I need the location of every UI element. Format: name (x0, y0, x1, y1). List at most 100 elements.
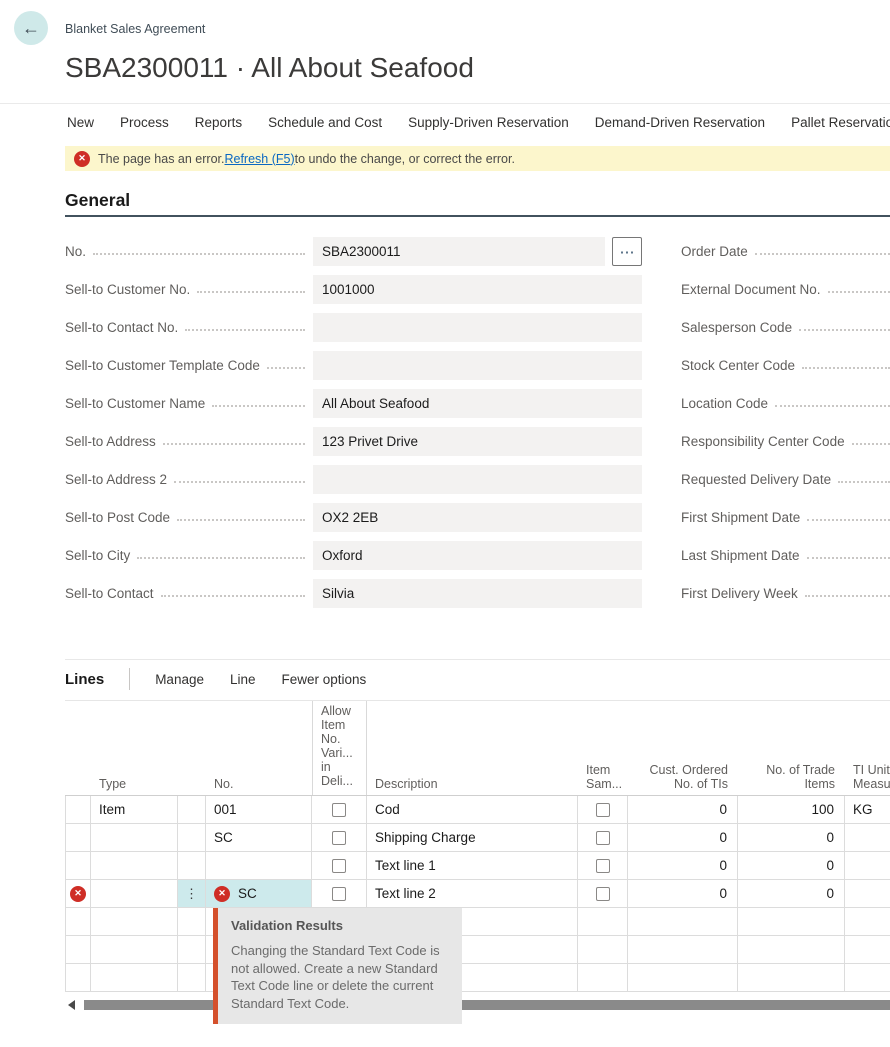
sell-to-city-input[interactable]: Oxford (313, 541, 642, 570)
scroll-left-arrow-icon[interactable] (68, 1000, 75, 1010)
description-cell[interactable]: Text line 2 (367, 880, 578, 908)
row-status-cell: ✕ (65, 880, 91, 908)
dotted-leader (807, 519, 890, 521)
cust-ordered-cell[interactable]: 0 (628, 824, 738, 852)
cust-ordered-cell[interactable]: 0 (628, 796, 738, 824)
row-menu-icon[interactable]: ⋮ (185, 886, 198, 902)
sell-to-address-input[interactable]: 123 Privet Drive (313, 427, 642, 456)
cust-ordered-cell[interactable] (628, 908, 738, 936)
menu-item-process[interactable]: Process (120, 115, 169, 130)
field-stock-center-code: Stock Center Code (681, 351, 890, 380)
menu-item-schedule-and-cost[interactable]: Schedule and Cost (268, 115, 382, 130)
type-cell[interactable] (91, 908, 178, 936)
allow-variance-checkbox[interactable] (332, 887, 346, 901)
cust-ordered-cell[interactable] (628, 964, 738, 992)
dotted-leader (802, 367, 890, 369)
sell-to-address-2-input[interactable] (313, 465, 642, 494)
trade-items-cell[interactable]: 0 (738, 852, 845, 880)
no-input[interactable]: SBA2300011 (313, 237, 605, 266)
item-sample-checkbox[interactable] (596, 859, 610, 873)
type-cell[interactable] (91, 964, 178, 992)
column-header-type[interactable]: Type (91, 701, 178, 795)
column-header-description[interactable]: Description (367, 701, 578, 795)
no-cell[interactable] (206, 852, 312, 880)
lines-header-divider (129, 668, 130, 690)
refresh-link[interactable]: Refresh (F5) (224, 152, 294, 166)
back-button[interactable]: ← (14, 11, 48, 45)
horizontal-scrollbar (65, 999, 890, 1010)
description-cell[interactable]: Cod (367, 796, 578, 824)
lines-section-heading[interactable]: Lines (65, 671, 104, 688)
allow-variance-checkbox[interactable] (332, 803, 346, 817)
scrollbar-thumb[interactable] (84, 1000, 890, 1010)
item-sample-checkbox[interactable] (596, 831, 610, 845)
cust-ordered-cell[interactable] (628, 936, 738, 964)
ti-unit-cell[interactable] (845, 880, 890, 908)
cust-ordered-cell[interactable]: 0 (628, 852, 738, 880)
error-banner-text-after: to undo the change, or correct the error… (295, 152, 515, 166)
breadcrumb[interactable]: Blanket Sales Agreement (65, 22, 205, 36)
column-header-rowmenu[interactable] (178, 701, 206, 795)
sell-to-contact-no-input[interactable] (313, 313, 642, 342)
trade-items-cell[interactable] (738, 936, 845, 964)
column-header-tiunit[interactable]: TI Unit of Measure (845, 701, 890, 795)
field-no: No.SBA2300011⋯ (65, 237, 642, 266)
type-cell[interactable] (91, 936, 178, 964)
sell-to-customer-no-input[interactable]: 1001000 (313, 275, 642, 304)
ti-unit-cell[interactable] (845, 852, 890, 880)
page-title: SBA2300011 · All About Seafood (65, 52, 474, 84)
allow-variance-checkbox[interactable] (332, 831, 346, 845)
allow-variance-checkbox[interactable] (332, 859, 346, 873)
no-cell[interactable]: SC (206, 824, 312, 852)
trade-items-cell[interactable]: 0 (738, 824, 845, 852)
ti-unit-cell[interactable] (845, 824, 890, 852)
description-cell[interactable]: Shipping Charge (367, 824, 578, 852)
no-cell[interactable]: 001 (206, 796, 312, 824)
lines-menu-fewer-options[interactable]: Fewer options (282, 672, 367, 687)
field-label: Sell-to Contact (65, 586, 154, 601)
sell-to-contact-input[interactable]: Silvia (313, 579, 642, 608)
type-cell[interactable] (91, 880, 178, 908)
row-menu-cell[interactable]: ⋮ (178, 880, 206, 908)
column-header-rowflag[interactable] (65, 701, 91, 795)
type-cell[interactable] (91, 852, 178, 880)
ti-unit-cell[interactable] (845, 908, 890, 936)
trade-items-cell[interactable]: 100 (738, 796, 845, 824)
cust-ordered-cell[interactable]: 0 (628, 880, 738, 908)
type-cell[interactable]: Item (91, 796, 178, 824)
ti-unit-cell[interactable]: KG (845, 796, 890, 824)
row-menu-cell (178, 796, 206, 824)
column-header-itemsam[interactable]: Item Sam... (578, 701, 628, 795)
menu-item-demand-driven-reservation[interactable]: Demand-Driven Reservation (595, 115, 765, 130)
sell-to-customer-name-input[interactable]: All About Seafood (313, 389, 642, 418)
description-cell[interactable]: Text line 1 (367, 852, 578, 880)
column-header-trade[interactable]: No. of Trade Items (738, 701, 845, 795)
menu-item-supply-driven-reservation[interactable]: Supply-Driven Reservation (408, 115, 569, 130)
menu-item-pallet-reservation[interactable]: Pallet Reservation (791, 115, 890, 130)
item-sample-checkbox[interactable] (596, 887, 610, 901)
type-cell[interactable] (91, 824, 178, 852)
column-header-allow[interactable]: Allow Item No. Vari... in Deli... (312, 701, 367, 795)
general-section-heading[interactable]: General (65, 190, 130, 211)
menu-item-reports[interactable]: Reports (195, 115, 242, 130)
field-first-delivery-week: First Delivery Week (681, 579, 890, 608)
ti-unit-cell[interactable] (845, 936, 890, 964)
ti-unit-cell[interactable] (845, 964, 890, 992)
trade-items-cell[interactable] (738, 964, 845, 992)
column-header-cust[interactable]: Cust. Ordered No. of TIs (628, 701, 738, 795)
item-sample-checkbox[interactable] (596, 803, 610, 817)
sell-to-customer-template-code-input[interactable] (313, 351, 642, 380)
sell-to-post-code-input[interactable]: OX2 2EB (313, 503, 642, 532)
lines-menu-line[interactable]: Line (230, 672, 256, 687)
trade-items-cell[interactable]: 0 (738, 880, 845, 908)
field-sell-to-customer-no: Sell-to Customer No.1001000 (65, 275, 642, 304)
lines-menu-manage[interactable]: Manage (155, 672, 204, 687)
no-cell[interactable]: ✕SC (206, 880, 312, 908)
column-header-no[interactable]: No. (206, 701, 312, 795)
menu-item-new[interactable]: New (67, 115, 94, 130)
assist-edit-button[interactable]: ⋯ (612, 237, 642, 266)
field-sell-to-address-2: Sell-to Address 2 (65, 465, 642, 494)
blanket-sales-agreement-page: ← Blanket Sales Agreement SBA2300011 · A… (0, 0, 890, 1047)
trade-items-cell[interactable] (738, 908, 845, 936)
validation-tooltip: Validation Results Changing the Standard… (213, 908, 462, 1024)
